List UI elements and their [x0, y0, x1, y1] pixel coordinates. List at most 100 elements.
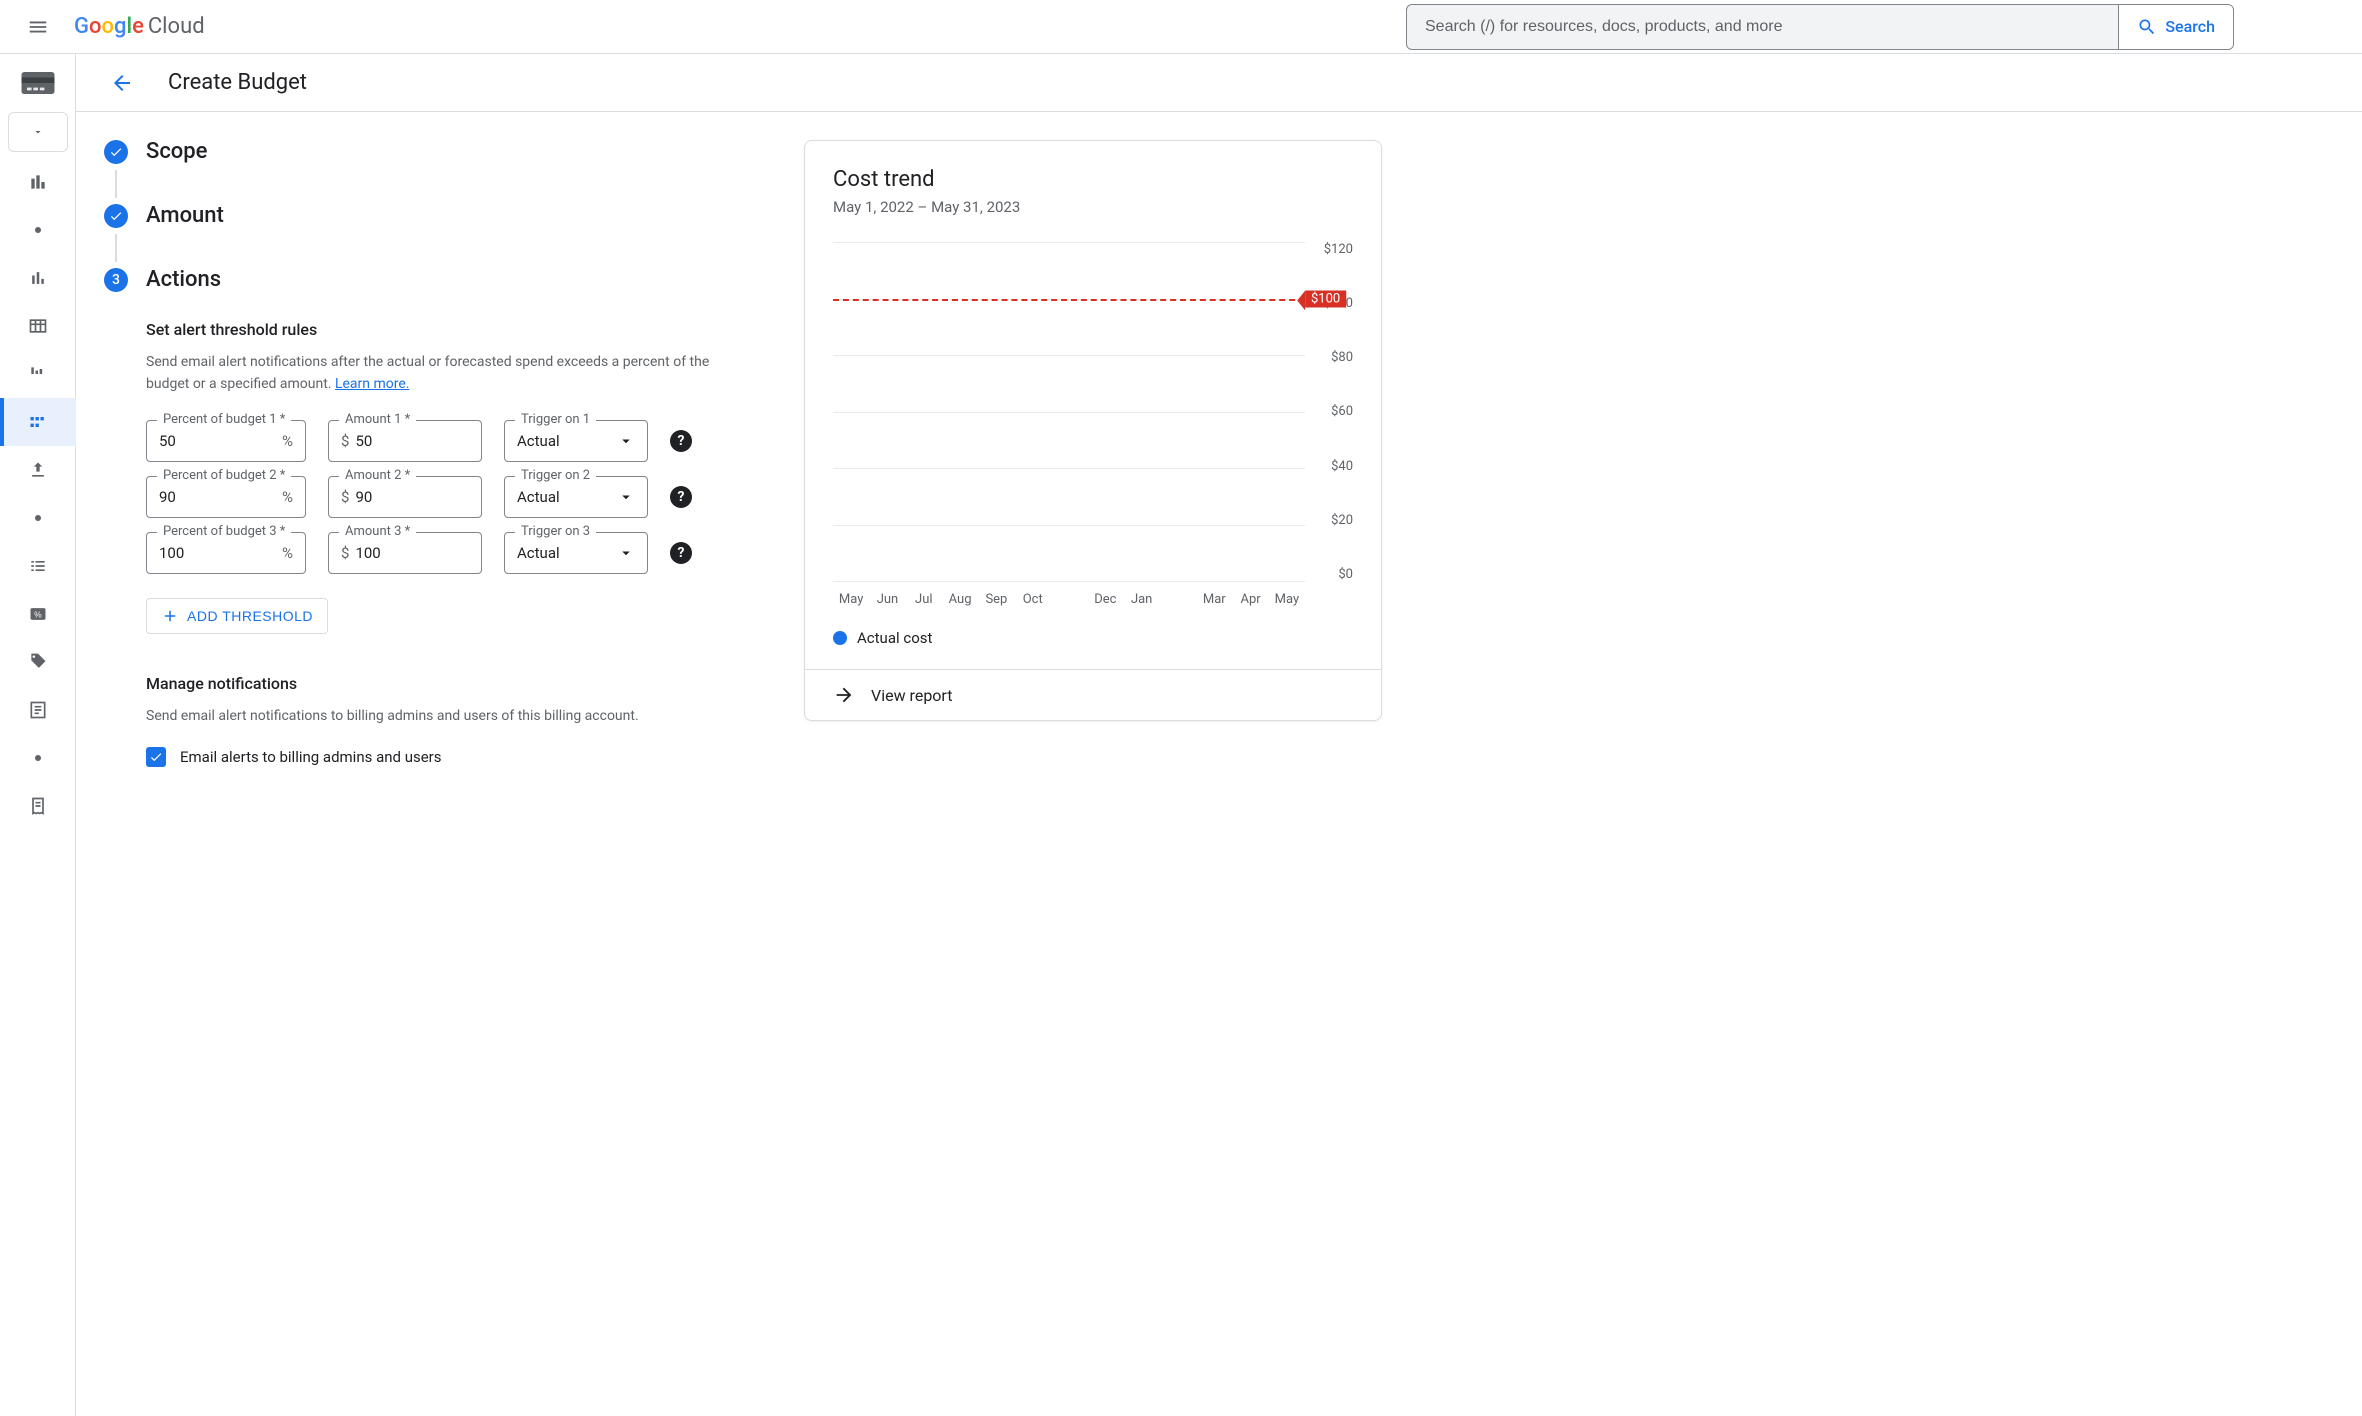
left-nav-rail: %	[0, 54, 76, 1416]
step-amount[interactable]: Amount	[104, 204, 764, 228]
page-title: Create Budget	[168, 70, 307, 95]
caret-down-icon	[617, 432, 635, 450]
trigger-value: Actual	[517, 432, 560, 450]
field-label: Trigger on 2	[515, 468, 596, 483]
table-icon	[28, 316, 48, 336]
nav-list[interactable]	[0, 542, 76, 590]
y-tick: $0	[1338, 567, 1353, 582]
percent-value: 50	[159, 432, 176, 450]
field-label: Percent of budget 3 *	[157, 524, 291, 539]
nav-discounts[interactable]: %	[0, 590, 76, 638]
dashboard-icon	[28, 172, 48, 192]
y-tick: $40	[1331, 459, 1353, 474]
threshold-row: Percent of budget 2 * 90 % Amount 2 * $ …	[146, 476, 764, 518]
nav-activity[interactable]	[0, 782, 76, 830]
menu-icon	[27, 16, 49, 38]
amount-value: 90	[355, 488, 372, 506]
thresholds-desc: Send email alert notifications after the…	[146, 351, 746, 396]
cloud-label: Cloud	[148, 14, 205, 39]
gridline	[833, 525, 1305, 526]
dot-icon	[35, 515, 41, 521]
tag-icon	[28, 652, 48, 672]
email-alerts-checkbox[interactable]	[146, 747, 166, 767]
upload-icon	[28, 460, 48, 480]
add-threshold-label: ADD THRESHOLD	[187, 608, 313, 624]
help-icon[interactable]: ?	[670, 542, 692, 564]
dot-icon	[35, 755, 41, 761]
field-label: Amount 3 *	[339, 524, 416, 539]
view-report-link[interactable]: View report	[805, 669, 1381, 720]
help-icon[interactable]: ?	[670, 430, 692, 452]
percent-field[interactable]: Percent of budget 3 * 100 %	[146, 532, 306, 574]
percent-field[interactable]: Percent of budget 2 * 90 %	[146, 476, 306, 518]
x-tick: May	[1269, 592, 1305, 607]
add-threshold-button[interactable]: ADD THRESHOLD	[146, 598, 328, 634]
chart-x-axis: MayJunJulAugSepOctDecJanMarAprMay	[833, 592, 1353, 607]
gridline	[833, 242, 1305, 243]
trigger-select[interactable]: Trigger on 2 Actual	[504, 476, 648, 518]
percent-icon: %	[28, 604, 48, 624]
amount-field[interactable]: Amount 1 * $ 50	[328, 420, 482, 462]
learn-more-link[interactable]: Learn more.	[335, 376, 410, 392]
nav-cost-table[interactable]	[0, 302, 76, 350]
chart-legend: Actual cost	[833, 629, 1353, 647]
nav-export[interactable]	[0, 446, 76, 494]
field-label: Percent of budget 1 *	[157, 412, 291, 427]
nav-item-3[interactable]	[0, 734, 76, 782]
x-tick: Jan	[1124, 592, 1160, 607]
help-icon[interactable]: ?	[670, 486, 692, 508]
back-button[interactable]	[104, 65, 140, 101]
percent-sign: %	[282, 488, 293, 506]
legend-swatch-icon	[833, 631, 847, 645]
nav-docs[interactable]	[0, 686, 76, 734]
caret-down-icon	[617, 544, 635, 562]
percent-sign: %	[282, 432, 293, 450]
field-label: Trigger on 1	[515, 412, 596, 427]
subheader: Create Budget	[76, 54, 2362, 112]
step-scope[interactable]: Scope	[104, 140, 764, 164]
nav-reports[interactable]	[0, 254, 76, 302]
nav-item-1[interactable]	[0, 206, 76, 254]
x-tick: Mar	[1196, 592, 1232, 607]
nav-item-2[interactable]	[0, 494, 76, 542]
x-tick	[1051, 592, 1087, 607]
percent-sign: %	[282, 544, 293, 562]
product-picker[interactable]	[8, 112, 68, 152]
google-cloud-logo[interactable]: Google Cloud	[74, 14, 205, 39]
amount-field[interactable]: Amount 3 * $ 100	[328, 532, 482, 574]
trigger-select[interactable]: Trigger on 1 Actual	[504, 420, 648, 462]
nav-budgets[interactable]	[0, 398, 76, 446]
bar-chart-icon	[28, 268, 48, 288]
trigger-value: Actual	[517, 488, 560, 506]
step-label: Amount	[146, 204, 224, 228]
hamburger-menu[interactable]	[20, 9, 56, 45]
caret-down-icon	[617, 488, 635, 506]
currency-sign: $	[341, 544, 349, 562]
field-label: Amount 1 *	[339, 412, 416, 427]
x-tick: Dec	[1087, 592, 1123, 607]
step-label: Scope	[146, 140, 207, 164]
search-button[interactable]: Search	[2118, 5, 2233, 49]
percent-value: 90	[159, 488, 176, 506]
y-tick: $120	[1324, 242, 1353, 257]
caret-down-icon	[32, 126, 44, 138]
x-tick	[1160, 592, 1196, 607]
field-label: Trigger on 3	[515, 524, 596, 539]
dot-icon	[35, 227, 41, 233]
nav-tags[interactable]	[0, 638, 76, 686]
search-input[interactable]	[1407, 5, 2118, 49]
nav-overview[interactable]	[0, 158, 76, 206]
step-actions: 3 Actions	[104, 268, 764, 292]
scope-complete-icon	[104, 140, 128, 164]
cost-trend-title: Cost trend	[833, 167, 1353, 192]
amount-complete-icon	[104, 204, 128, 228]
field-label: Percent of budget 2 *	[157, 468, 291, 483]
trigger-select[interactable]: Trigger on 3 Actual	[504, 532, 648, 574]
percent-field[interactable]: Percent of budget 1 * 50 %	[146, 420, 306, 462]
actions-step-number: 3	[104, 268, 128, 292]
nav-cost-breakdown[interactable]	[0, 350, 76, 398]
amount-field[interactable]: Amount 2 * $ 90	[328, 476, 482, 518]
list-icon	[28, 556, 48, 576]
search-icon	[2137, 17, 2157, 37]
y-tick: $20	[1331, 513, 1353, 528]
